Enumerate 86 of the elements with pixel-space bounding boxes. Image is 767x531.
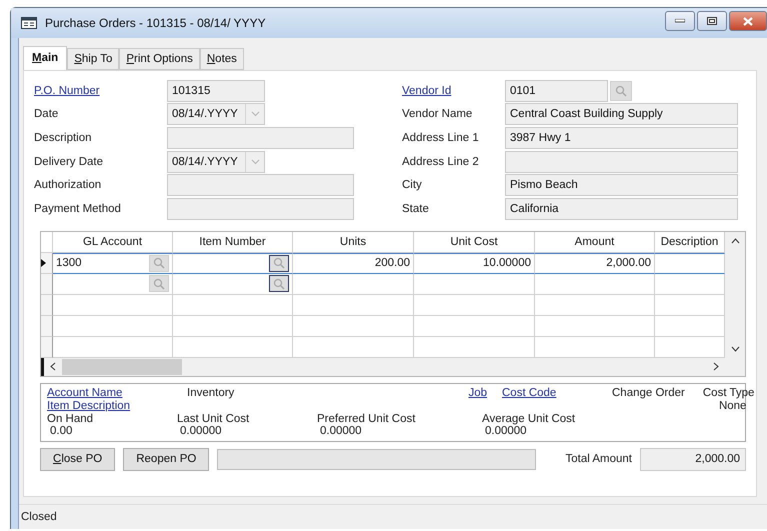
- scroll-down-icon: [730, 346, 740, 352]
- window-title: Purchase Orders - 101315 - 08/14/ YYYY: [45, 16, 267, 30]
- scroll-right-icon: [713, 362, 719, 372]
- stat-label: Average Unit Cost: [482, 412, 576, 425]
- total-amount-field: 2,000.00: [640, 448, 746, 471]
- text-field[interactable]: Pismo Beach: [505, 174, 738, 196]
- stat-value: 0.00000: [179, 424, 223, 437]
- field-label: Date: [34, 108, 60, 120]
- table-cell[interactable]: 1300: [53, 252, 173, 274]
- table-cell[interactable]: [173, 252, 293, 274]
- cost-code-link[interactable]: Cost Code: [502, 386, 556, 399]
- close-icon: [743, 16, 753, 26]
- table-cell[interactable]: 2,000.00: [535, 252, 655, 274]
- scroll-thumb[interactable]: [62, 358, 182, 375]
- vendor-id-field[interactable]: 0101: [505, 80, 608, 102]
- column-header: GL Account: [53, 232, 173, 253]
- field-link[interactable]: P.O. Number: [34, 84, 167, 97]
- table-cell[interactable]: [655, 252, 725, 274]
- text-field[interactable]: California: [505, 198, 738, 220]
- field-label: Address Line 2: [402, 156, 480, 168]
- horizontal-scrollbar[interactable]: [41, 358, 745, 376]
- text-field[interactable]: [167, 174, 354, 196]
- field-label: Address Line 1: [402, 132, 480, 144]
- lookup-button[interactable]: [269, 254, 289, 272]
- account-name-value: Inventory: [187, 386, 236, 399]
- table-cell[interactable]: 10.00000: [414, 252, 535, 274]
- field-label: Authorization: [34, 179, 102, 192]
- stat-value: 0.00: [49, 424, 74, 437]
- account-name-link[interactable]: Account Name: [47, 386, 122, 399]
- maximize-button[interactable]: [697, 11, 727, 31]
- search-icon: [153, 278, 165, 290]
- tab[interactable]: Notes: [200, 48, 244, 70]
- search-icon: [273, 278, 285, 290]
- minimize-button[interactable]: [665, 11, 695, 31]
- search-icon: [153, 257, 165, 270]
- column-header: Item Number: [173, 232, 293, 253]
- chevron-down-icon: [250, 158, 260, 165]
- column-header: Amount: [535, 232, 655, 253]
- search-icon: [273, 257, 285, 270]
- field-label: Payment Method: [34, 202, 122, 215]
- field-label: State: [402, 202, 430, 215]
- scroll-left-icon: [50, 362, 56, 372]
- field-label: Delivery Date: [34, 156, 104, 168]
- table-cell[interactable]: 200.00: [293, 252, 414, 274]
- maximize-icon: [707, 17, 717, 25]
- total-amount-label: Total Amount: [566, 453, 632, 466]
- tab[interactable]: Main: [23, 46, 68, 70]
- po-number-field[interactable]: 101315: [167, 80, 265, 102]
- lookup-button[interactable]: [269, 275, 289, 292]
- stat-value: 0.00000: [319, 424, 363, 437]
- field-label: City: [402, 179, 423, 192]
- current-row-icon: [41, 258, 46, 267]
- item-description-link[interactable]: Item Description: [47, 400, 130, 412]
- date-field[interactable]: 08/14/.YYYY: [167, 103, 265, 126]
- stat-value: 0.00000: [485, 424, 528, 437]
- column-header: Units: [293, 232, 414, 253]
- text-field[interactable]: [505, 150, 738, 173]
- chevron-down-icon: [250, 111, 260, 118]
- tab[interactable]: Ship To: [67, 48, 120, 70]
- column-header: Unit Cost: [414, 232, 535, 253]
- text-field[interactable]: 3987 Hwy 1: [505, 126, 738, 149]
- action-button[interactable]: Reopen PO: [123, 448, 210, 471]
- form-icon: [21, 17, 37, 29]
- job-link[interactable]: Job: [468, 386, 487, 399]
- minimize-icon: [675, 19, 685, 23]
- search-icon: [615, 84, 627, 97]
- status-text: Closed: [21, 511, 57, 523]
- vertical-scrollbar[interactable]: [725, 232, 745, 358]
- stat-label: On Hand: [47, 412, 94, 425]
- action-button[interactable]: Close PO: [40, 448, 116, 471]
- cost-type-value: None: [718, 400, 746, 412]
- date-field[interactable]: 08/14/.YYYY: [167, 150, 265, 173]
- column-header: Description: [655, 232, 725, 253]
- scroll-up-icon: [730, 238, 740, 244]
- cost-type-label: Cost Type: [702, 386, 754, 399]
- field-label: Vendor Name: [402, 108, 474, 120]
- close-button[interactable]: [729, 11, 767, 31]
- text-field[interactable]: [167, 198, 354, 220]
- text-field[interactable]: [167, 126, 354, 149]
- field-link[interactable]: Vendor Id: [402, 84, 505, 97]
- stat-label: Last Unit Cost: [177, 412, 250, 425]
- text-field[interactable]: Central Coast Building Supply: [505, 103, 738, 126]
- field-label: Description: [34, 132, 93, 144]
- change-order-label: Change Order: [612, 386, 685, 399]
- tab[interactable]: Print Options: [119, 48, 200, 70]
- stat-label: Preferred Unit Cost: [317, 412, 416, 425]
